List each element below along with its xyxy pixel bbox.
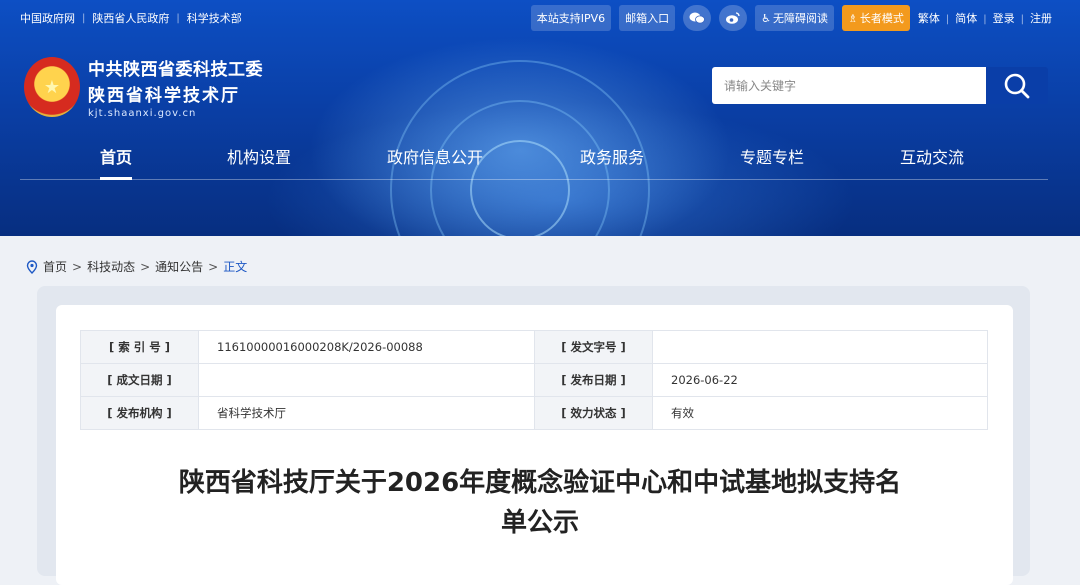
breadcrumb-notices[interactable]: 通知公告: [155, 258, 203, 275]
docno-value: [652, 330, 988, 364]
logo-domain: kjt.shaanxi.gov.cn: [88, 108, 197, 119]
created-value: [198, 363, 535, 397]
nav-interaction[interactable]: 互动交流: [900, 144, 964, 168]
created-label: [ 成文日期 ]: [80, 363, 199, 397]
nav-services[interactable]: 政务服务: [580, 144, 644, 168]
breadcrumb-home[interactable]: 首页: [43, 258, 67, 275]
accessibility-icon: ♿: [761, 11, 771, 25]
status-value: 有效: [652, 396, 988, 430]
org-value: 省科学技术厅: [198, 396, 535, 430]
accessible-reading-button[interactable]: ♿ 无障碍阅读: [755, 5, 834, 31]
status-label: [ 效力状态 ]: [534, 396, 653, 430]
register-link[interactable]: 注册: [1030, 12, 1052, 25]
link-gov-cn[interactable]: 中国政府网: [20, 10, 75, 26]
nav-home[interactable]: 首页: [100, 144, 133, 180]
logo-line1: 中共陕西省委科技工委: [88, 60, 263, 80]
wechat-icon[interactable]: [683, 5, 712, 31]
breadcrumb-current: 正文: [223, 260, 248, 274]
simplified-link[interactable]: 简体: [955, 12, 977, 25]
elder-mode-button[interactable]: ♗ 长者模式: [842, 5, 910, 31]
index-value: 11610000016000208K/2026-00088: [198, 330, 535, 364]
search-icon: [1004, 73, 1030, 98]
org-label: [ 发布机构 ]: [80, 396, 199, 430]
ipv6-badge: 本站支持IPV6: [530, 5, 612, 31]
search-button[interactable]: [986, 67, 1048, 104]
table-row: [ 索 引 号 ] 11610000016000208K/2026-00088 …: [80, 330, 988, 364]
link-shaanxi-gov[interactable]: 陕西省人民政府: [92, 10, 169, 26]
published-value: 2026-06-22: [652, 363, 988, 397]
logo-line2: 陕西省科学技术厅: [88, 86, 240, 106]
nav-gov-info[interactable]: 政府信息公开: [387, 144, 483, 168]
gov-links: 中国政府网 | 陕西省人民政府 | 科学技术部: [20, 10, 242, 26]
search-input[interactable]: [712, 67, 986, 104]
login-link[interactable]: 登录: [993, 12, 1015, 25]
index-label: [ 索 引 号 ]: [80, 330, 199, 364]
table-row: [ 发布机构 ] 省科学技术厅 [ 效力状态 ] 有效: [80, 396, 988, 430]
published-label: [ 发布日期 ]: [534, 363, 653, 397]
link-most[interactable]: 科学技术部: [187, 10, 242, 26]
document-meta-table: [ 索 引 号 ] 11610000016000208K/2026-00088 …: [80, 330, 988, 430]
search-bar: [712, 67, 1048, 104]
breadcrumb: 首页 > 科技动态 > 通知公告 > 正文: [26, 258, 247, 275]
weibo-icon[interactable]: [719, 5, 748, 31]
location-pin-icon: [26, 259, 38, 274]
article-title: 陕西省科技厅关于2026年度概念验证中心和中试基地拟支持名 单公示: [178, 468, 902, 538]
docno-label: [ 发文字号 ]: [534, 330, 653, 364]
traditional-link[interactable]: 繁体: [918, 12, 940, 25]
nav-organization[interactable]: 机构设置: [227, 144, 291, 168]
top-bar: 中国政府网 | 陕西省人民政府 | 科学技术部 本站支持IPV6 邮箱入口 ♿ …: [0, 0, 1080, 34]
site-logo[interactable]: ★ 中共陕西省委科技工委 陕西省科学技术厅 kjt.shaanxi.gov.cn: [24, 55, 263, 119]
table-row: [ 成文日期 ] [ 发布日期 ] 2026-06-22: [80, 363, 988, 397]
site-header: 中国政府网 | 陕西省人民政府 | 科学技术部 本站支持IPV6 邮箱入口 ♿ …: [0, 0, 1080, 236]
national-emblem-icon: ★: [24, 57, 80, 117]
lang-links: 繁体 | 简体 | 登录 | 注册: [917, 12, 1052, 25]
nav-topics[interactable]: 专题专栏: [740, 144, 804, 168]
breadcrumb-news[interactable]: 科技动态: [87, 258, 135, 275]
main-nav: 首页 机构设置 政府信息公开 政务服务 专题专栏 互动交流: [20, 130, 1048, 180]
mail-button[interactable]: 邮箱入口: [619, 5, 676, 31]
elder-icon: ♗: [848, 11, 858, 25]
top-tools: 本站支持IPV6 邮箱入口 ♿ 无障碍阅读 ♗ 长者模式 繁体 | 简体 | 登录 | 注册: [523, 5, 1052, 31]
